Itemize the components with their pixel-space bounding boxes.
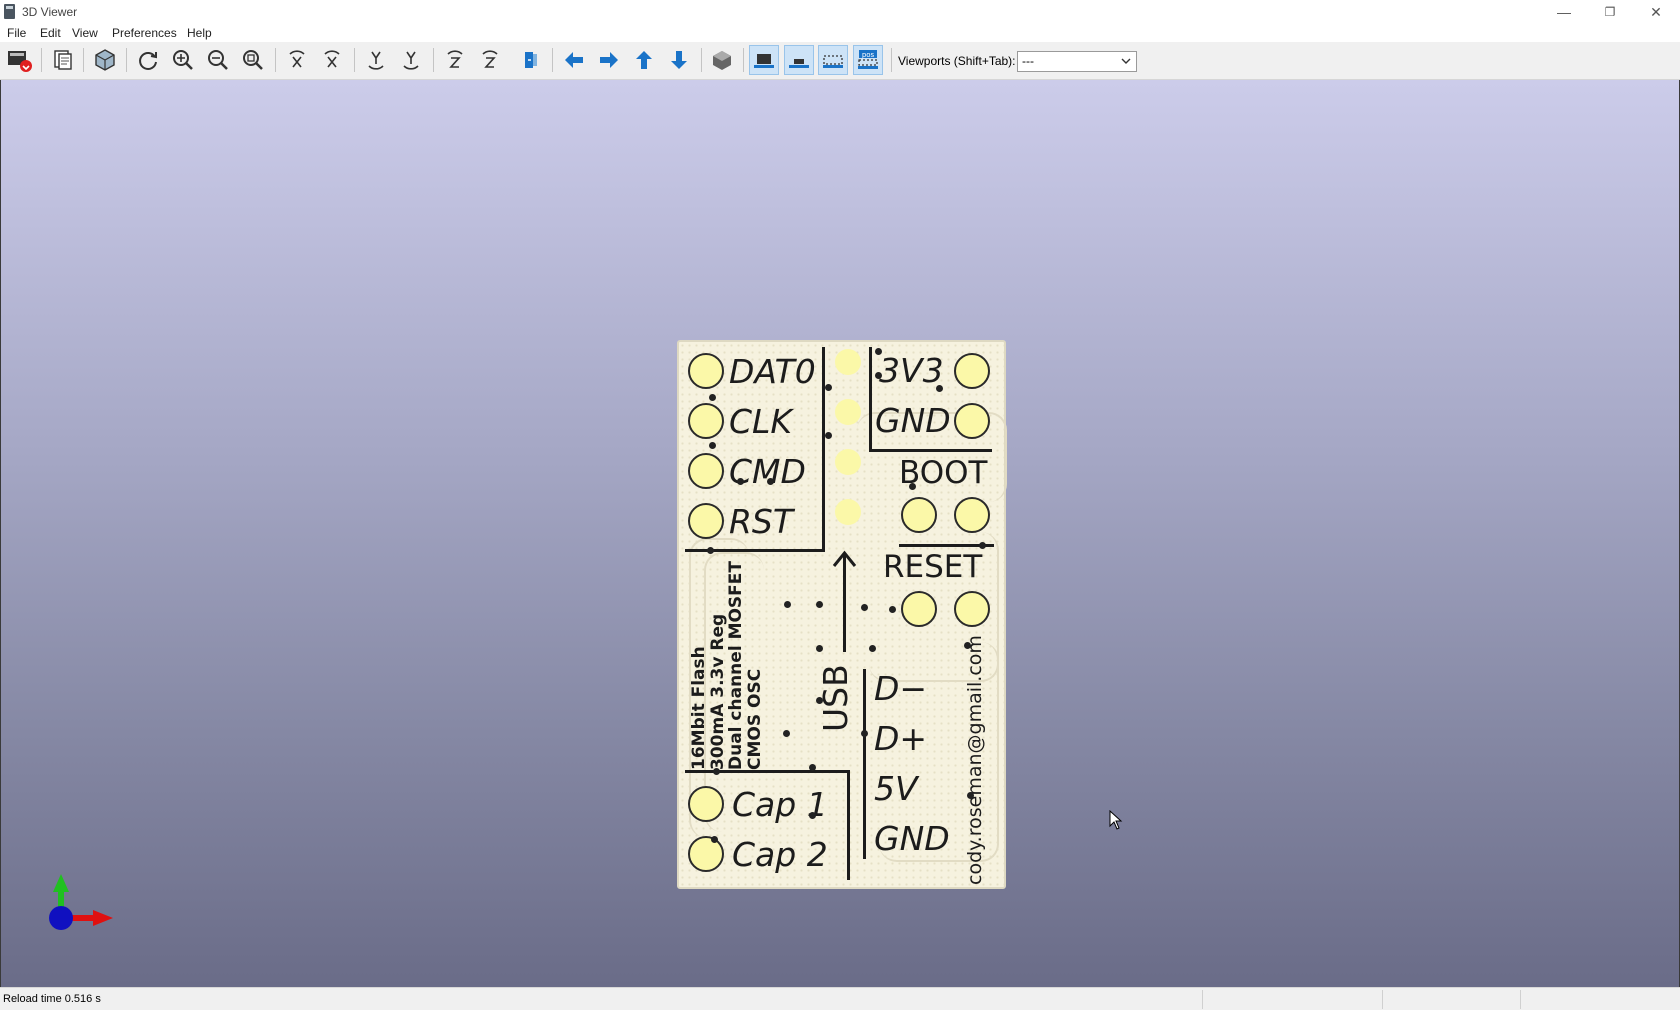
pad-cap2 [688, 836, 724, 872]
label-clk: CLK [729, 402, 793, 441]
close-button[interactable]: ✕ [1633, 0, 1679, 24]
toolbar: pos Viewports (Shift+Tab): --- [0, 42, 1680, 80]
restore-button[interactable]: ❐ [1587, 0, 1633, 24]
zoom-fit-icon[interactable] [238, 45, 268, 75]
feature-line: Dual channel MOSFET [726, 561, 747, 770]
label-reset: RESET [883, 549, 983, 585]
pad-rst [688, 503, 724, 539]
label-d-plus: D+ [874, 719, 928, 758]
label-3v3: 3V3 [879, 351, 944, 390]
z-axis [49, 906, 73, 930]
label-dat0: DAT0 [729, 352, 816, 391]
rotate-y-ccw-icon[interactable] [396, 45, 426, 75]
arrow-up-icon [832, 550, 857, 567]
pad-clk [688, 403, 724, 439]
rotate-z-cw-icon[interactable] [440, 45, 470, 75]
smd-pad [835, 399, 861, 425]
smd-pad [835, 349, 861, 375]
show-virtual-icon[interactable] [818, 45, 848, 75]
flip-board-icon[interactable] [516, 45, 546, 75]
chevron-down-icon [1120, 54, 1132, 71]
menu-help[interactable]: Help [187, 26, 212, 40]
window-title: 3D Viewer [22, 5, 78, 19]
minimize-button[interactable]: — [1541, 0, 1587, 24]
copy-image-icon[interactable] [48, 45, 78, 75]
status-bar: Reload time 0.516 s [0, 987, 1680, 1010]
show-tht-icon[interactable] [749, 45, 779, 75]
app-icon [4, 4, 15, 19]
label-usb: USB [816, 664, 855, 732]
pad-dat0 [688, 353, 724, 389]
feature-line: 16Mbit Flash [689, 646, 709, 770]
label-5v: 5V [874, 769, 918, 808]
menu-file[interactable]: File [7, 26, 26, 40]
mouse-cursor-icon [1109, 810, 1123, 830]
move-down-icon[interactable] [664, 45, 694, 75]
email-text: cody.roseman@gmail.com [964, 635, 986, 885]
smd-pad [835, 449, 861, 475]
viewports-selected-value: --- [1022, 54, 1034, 68]
axis-gizmo [49, 874, 113, 930]
menu-view[interactable]: View [72, 26, 98, 40]
reload-board-icon[interactable] [4, 45, 34, 75]
pad-reset-1 [901, 591, 937, 627]
rotate-x-ccw-icon[interactable] [317, 45, 347, 75]
feature-line: CMOS OSC [745, 668, 766, 770]
move-up-icon[interactable] [629, 45, 659, 75]
title-bar: 3D Viewer — ❐ ✕ [0, 0, 1680, 24]
label-rst: RST [729, 502, 794, 541]
redraw-icon[interactable] [133, 45, 163, 75]
menu-preferences[interactable]: Preferences [112, 26, 177, 40]
pad-boot-1 [901, 497, 937, 533]
zoom-out-icon[interactable] [203, 45, 233, 75]
rotate-x-cw-icon[interactable] [282, 45, 312, 75]
pad-cap1 [688, 786, 724, 822]
ortho-icon[interactable] [707, 45, 737, 75]
3d-viewport[interactable]: DAT0 CLK CMD RST 3V3 GND BOOT RESET USB [0, 80, 1680, 987]
pad-cmd [688, 453, 724, 489]
pad-reset-2 [954, 591, 990, 627]
x-axis-arrow [93, 910, 113, 926]
move-left-icon[interactable] [559, 45, 589, 75]
smd-pad [835, 499, 861, 525]
pad-gnd [954, 403, 990, 439]
viewports-label: Viewports (Shift+Tab): [898, 54, 1016, 68]
feature-list: 16Mbit Flash 300mA 3.3v Reg Dual channel… [689, 561, 766, 770]
move-right-icon[interactable] [594, 45, 624, 75]
show-not-in-posfile-icon[interactable]: pos [853, 45, 883, 75]
zoom-in-icon[interactable] [168, 45, 198, 75]
label-d-minus: D− [874, 669, 928, 708]
label-gnd-usb: GND [874, 819, 950, 858]
feature-line: 300mA 3.3v Reg [707, 613, 728, 770]
label-cap2: Cap 2 [732, 835, 828, 874]
menu-edit[interactable]: Edit [40, 26, 61, 40]
rotate-y-cw-icon[interactable] [361, 45, 391, 75]
menu-bar: File Edit View Preferences Help [0, 24, 1680, 42]
pad-boot-2 [954, 497, 990, 533]
pad-3v3 [954, 353, 990, 389]
rotate-z-ccw-icon[interactable] [475, 45, 505, 75]
label-gnd-top: GND [875, 401, 951, 440]
svg-text:pos: pos [862, 51, 875, 59]
pcb-board: DAT0 CLK CMD RST 3V3 GND BOOT RESET USB [677, 340, 1007, 889]
y-axis-arrow [53, 874, 69, 892]
status-text: Reload time 0.516 s [3, 993, 101, 1005]
viewports-dropdown[interactable]: --- [1017, 51, 1137, 72]
show-smd-icon[interactable] [784, 45, 814, 75]
raytracing-icon[interactable] [90, 45, 120, 75]
